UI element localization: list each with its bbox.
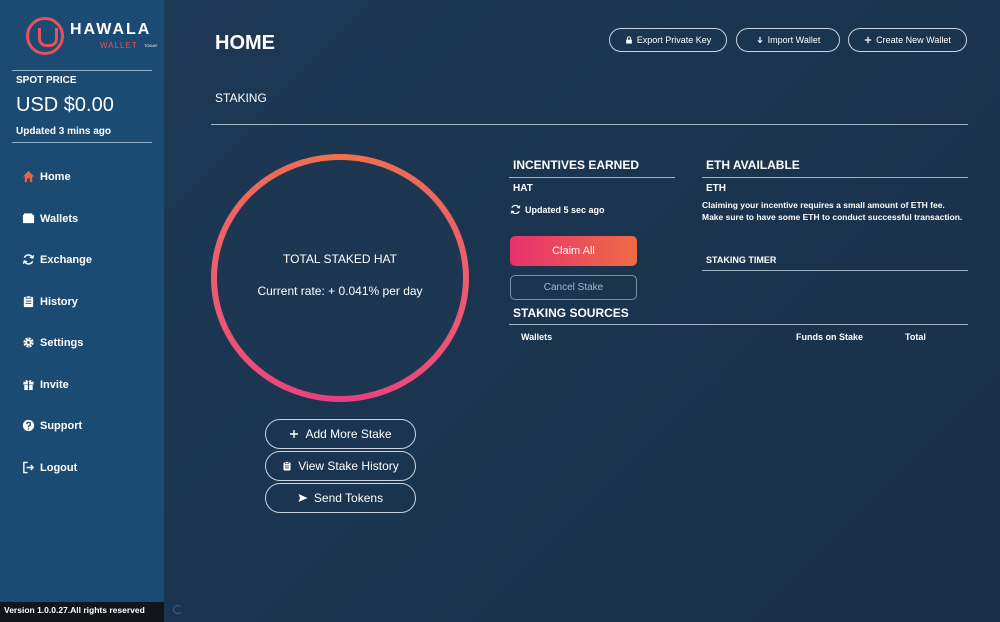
incentives-divider xyxy=(509,177,675,178)
page-title: HOME xyxy=(215,32,275,54)
total-staked-ring: TOTAL STAKED HAT Current rate: + 0.041% … xyxy=(211,154,469,402)
sidebar-item-history[interactable]: History xyxy=(22,295,78,308)
sidebar-item-wallets[interactable]: Wallets xyxy=(22,212,78,225)
logout-icon xyxy=(23,461,35,474)
gear-icon xyxy=(23,337,34,348)
send-tokens-button[interactable]: Send Tokens xyxy=(265,483,416,513)
claim-all-button[interactable]: Claim All xyxy=(510,236,637,266)
import-wallet-button[interactable]: Import Wallet xyxy=(736,28,840,52)
help-icon xyxy=(22,419,35,432)
column-header-funds-on-stake: Funds on Stake xyxy=(796,332,864,342)
plus-icon xyxy=(290,430,299,438)
logo-mark-icon xyxy=(26,17,64,55)
clipboard-icon xyxy=(283,461,291,471)
version-footer: Version 1.0.0.27.All rights reserved xyxy=(0,602,164,622)
eth-fee-note-line: Make sure to have some ETH to conduct su… xyxy=(702,212,963,222)
logo-title: HAWALA xyxy=(70,21,152,38)
plus-icon xyxy=(864,36,872,44)
import-wallet-label: Import Wallet xyxy=(767,35,821,45)
eth-divider xyxy=(702,177,968,178)
staking-sources-title: STAKING SOURCES xyxy=(513,306,629,320)
logo-subtitle: WALLET xyxy=(100,41,138,50)
sidebar-item-label: Wallets xyxy=(40,212,79,225)
logo-subtitle-small: TODAY xyxy=(144,43,158,48)
sidebar-item-label: Home xyxy=(40,170,71,183)
spot-price-label: SPOT PRICE xyxy=(16,75,77,86)
sidebar: HAWALA WALLET TODAY SPOT PRICE USD $0.00… xyxy=(0,0,164,602)
column-header-total: Total xyxy=(905,332,926,342)
sidebar-item-label: Support xyxy=(40,419,83,432)
send-icon xyxy=(298,494,308,502)
total-staked-title: TOTAL STAKED HAT xyxy=(282,252,398,266)
exchange-icon xyxy=(22,254,35,265)
sidebar-item-support[interactable]: Support xyxy=(22,419,82,432)
incentives-earned-title: INCENTIVES EARNED xyxy=(513,158,640,172)
view-stake-history-label: View Stake History xyxy=(298,459,399,473)
sidebar-item-label: Logout xyxy=(40,461,78,474)
lock-icon xyxy=(625,36,632,44)
sidebar-item-label: Settings xyxy=(40,336,84,349)
send-tokens-label: Send Tokens xyxy=(313,491,384,505)
ring-inner xyxy=(217,160,463,396)
view-stake-history-button[interactable]: View Stake History xyxy=(265,451,416,481)
sidebar-item-label: History xyxy=(40,295,78,308)
hawala-logo: HAWALA WALLET TODAY xyxy=(26,17,157,57)
gift-icon xyxy=(23,379,34,391)
sidebar-item-exchange[interactable]: Exchange xyxy=(22,253,92,266)
incentives-token: HAT xyxy=(513,183,533,194)
wallet-icon xyxy=(22,213,35,224)
sidebar-item-label: Exchange xyxy=(40,253,92,266)
sidebar-item-logout[interactable]: Logout xyxy=(22,461,77,474)
spot-price-updated: Updated 3 mins ago xyxy=(16,126,112,137)
history-icon xyxy=(23,295,34,308)
home-icon xyxy=(22,170,35,183)
cancel-stake-button[interactable]: Cancel Stake xyxy=(510,275,637,300)
staking-sources-divider xyxy=(509,324,968,325)
export-private-key-label: Export Private Key xyxy=(636,35,712,45)
column-header-wallets: Wallets xyxy=(521,332,553,342)
eth-fee-note: Claiming your incentive requires a small… xyxy=(702,199,962,223)
sidebar-item-home[interactable]: Home xyxy=(22,170,71,183)
create-new-wallet-button[interactable]: Create New Wallet xyxy=(848,28,967,52)
add-more-stake-button[interactable]: Add More Stake xyxy=(265,419,416,449)
eth-fee-note-line: Claiming your incentive requires a small… xyxy=(702,200,945,210)
sidebar-item-invite[interactable]: Invite xyxy=(22,378,69,391)
add-more-stake-label: Add More Stake xyxy=(305,427,392,441)
import-arrow-icon xyxy=(757,36,763,44)
incentives-updated-text: Updated 5 sec ago xyxy=(525,204,605,215)
create-new-wallet-label: Create New Wallet xyxy=(876,35,951,45)
staking-timer-label: STAKING TIMER xyxy=(706,255,777,265)
export-private-key-button[interactable]: Export Private Key xyxy=(609,28,727,52)
loading-spinner-icon xyxy=(173,605,182,614)
refresh-icon xyxy=(510,204,521,215)
incentives-updated: Updated 5 sec ago xyxy=(510,204,605,215)
header-divider xyxy=(211,124,968,125)
sidebar-divider xyxy=(12,70,152,71)
sidebar-divider xyxy=(12,142,152,143)
eth-token: ETH xyxy=(706,183,726,194)
staking-timer-divider xyxy=(702,270,968,271)
spot-price-value: USD $0.00 xyxy=(16,94,114,116)
current-rate-text: Current rate: + 0.041% per day xyxy=(257,284,423,298)
eth-available-title: ETH AVAILABLE xyxy=(706,158,800,172)
sidebar-item-label: Invite xyxy=(40,378,69,391)
staking-section-title: STAKING xyxy=(215,91,267,105)
sidebar-item-settings[interactable]: Settings xyxy=(22,336,83,349)
